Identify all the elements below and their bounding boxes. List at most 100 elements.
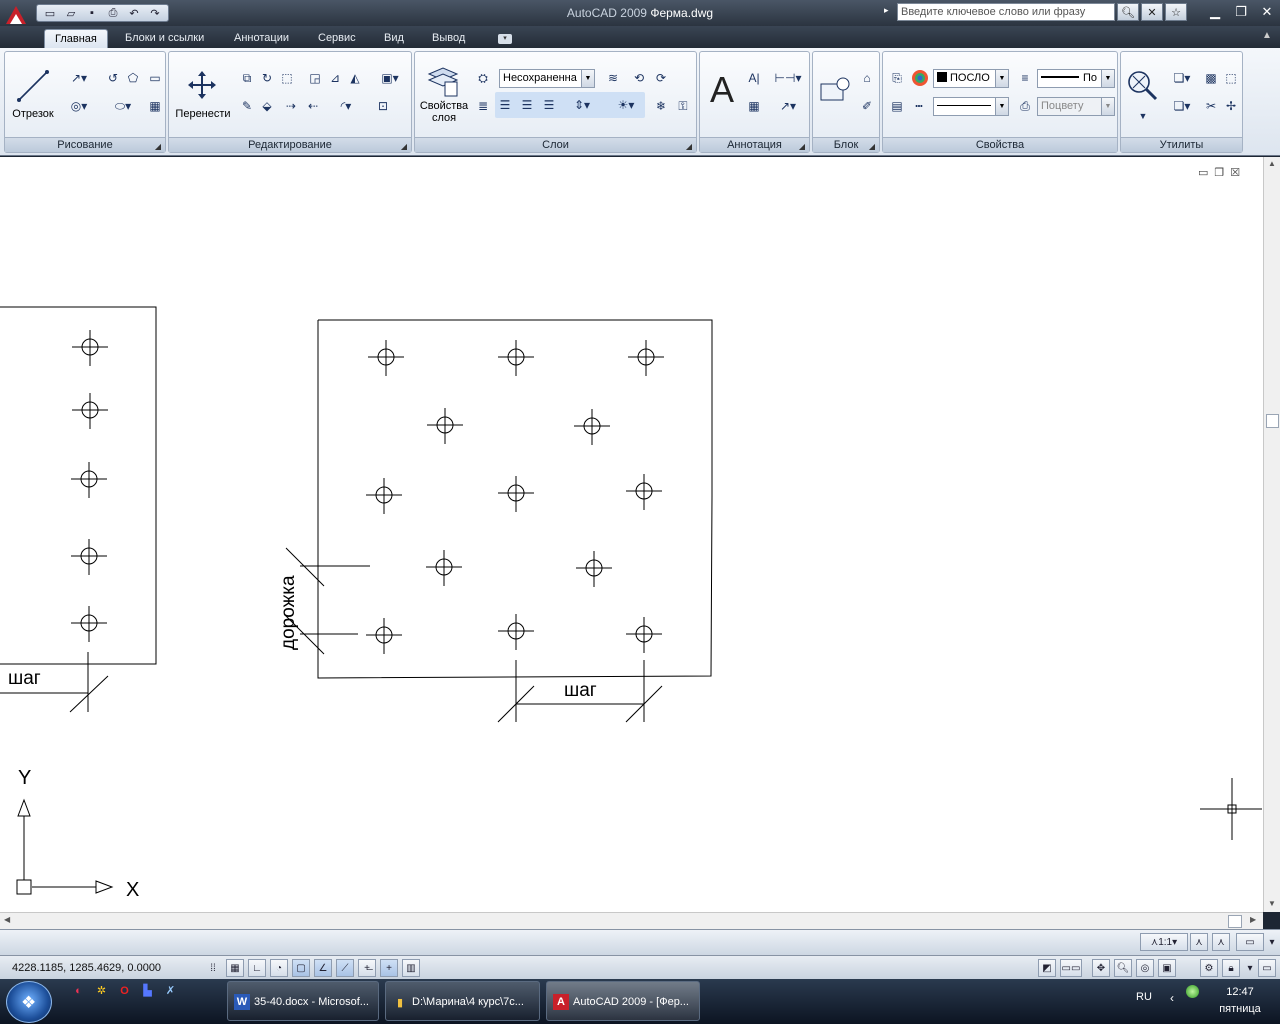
- copy-clip-icon[interactable]: ❏▾: [1165, 96, 1199, 116]
- auto-scale-icon[interactable]: ⋏: [1212, 933, 1230, 951]
- horizontal-scrollbar[interactable]: ◀ ▶: [0, 912, 1263, 929]
- line-tool-icon[interactable]: [15, 68, 51, 104]
- edit-block-icon[interactable]: ✐: [857, 96, 877, 116]
- scroll-up-icon[interactable]: ▲: [1268, 159, 1276, 168]
- quick-calc-icon[interactable]: ▩: [1201, 68, 1221, 88]
- dynamic-ucs-icon[interactable]: ⟋: [336, 959, 354, 977]
- search-arrow-icon[interactable]: ▸: [884, 5, 889, 16]
- copy-icon[interactable]: ⧉: [237, 68, 257, 88]
- arc-icon[interactable]: ↺: [103, 68, 123, 88]
- showmotion-icon[interactable]: ▣: [1158, 959, 1176, 977]
- save-icon[interactable]: ▪: [82, 5, 102, 21]
- close-icon[interactable]: ✕: [1257, 3, 1277, 21]
- move-label[interactable]: Перенести: [171, 108, 235, 120]
- chevron-down-icon[interactable]: ▼: [995, 98, 1008, 115]
- ribbon-minimize-icon[interactable]: ▾: [498, 34, 512, 44]
- align-justify-icon[interactable]: ☰: [539, 95, 559, 115]
- ortho-mode-icon[interactable]: ∟: [248, 959, 266, 977]
- explode-icon[interactable]: ⊡: [373, 96, 393, 116]
- doc-close-icon[interactable]: ☒: [1230, 166, 1240, 179]
- linetype-icon[interactable]: ┅: [909, 96, 929, 116]
- layer-freeze-icon[interactable]: ❄: [651, 96, 671, 116]
- dynamic-input-icon[interactable]: +̶: [358, 959, 376, 977]
- network-status-icon[interactable]: [1186, 985, 1199, 998]
- panel-layers-title[interactable]: Слои ◢: [415, 137, 696, 152]
- annotation-scale-button[interactable]: ⋏ 1:1 ▾: [1140, 933, 1188, 951]
- status-menu-icon[interactable]: ▾: [1244, 959, 1256, 977]
- panel-annotation-launcher-icon[interactable]: ◢: [799, 139, 805, 154]
- single-line-text-icon[interactable]: A|: [744, 68, 764, 88]
- dimension-icon[interactable]: ⊢⊣▾: [770, 68, 806, 88]
- tab-annotate[interactable]: Аннотации: [224, 29, 299, 48]
- chevron-down-icon[interactable]: ▼: [1101, 70, 1114, 87]
- vertical-scroll-thumb[interactable]: [1266, 414, 1279, 428]
- zoom-icon[interactable]: 🔍︎: [1114, 959, 1132, 977]
- clean-screen-icon[interactable]: ▭: [1258, 959, 1276, 977]
- system-clock[interactable]: 12:47 пятница: [1212, 984, 1268, 1018]
- match-properties-icon[interactable]: ⎘: [887, 68, 907, 88]
- panel-block-launcher-icon[interactable]: ◢: [869, 139, 875, 154]
- zoom-extents-icon[interactable]: [1125, 68, 1159, 102]
- erase-icon[interactable]: ✎: [237, 96, 257, 116]
- tab-view[interactable]: Вид: [374, 29, 414, 48]
- quick-select-icon[interactable]: ⬚: [1221, 68, 1241, 88]
- array-icon[interactable]: ▣▾: [373, 68, 407, 88]
- layer-previous-icon[interactable]: ⟲: [629, 68, 649, 88]
- panel-block-title[interactable]: Блок ◢: [813, 137, 879, 152]
- scroll-left-icon[interactable]: ◀: [4, 915, 10, 924]
- grid-display-icon[interactable]: ▦: [226, 959, 244, 977]
- copy3d-icon[interactable]: ⬙: [257, 96, 277, 116]
- quick-properties-icon[interactable]: ▥: [402, 959, 420, 977]
- layer-state-icon[interactable]: ⛭: [473, 68, 493, 88]
- extend-icon[interactable]: ⇢: [281, 96, 301, 116]
- ribbon-collapse-icon[interactable]: ▲: [1262, 30, 1272, 41]
- lineweight-icon[interactable]: ≡: [1015, 68, 1035, 88]
- align-right-icon[interactable]: ☰: [517, 95, 537, 115]
- quicklaunch-media-icon[interactable]: ▙: [139, 982, 156, 999]
- layer-iso-icon[interactable]: ≣: [473, 96, 493, 116]
- mirror-icon[interactable]: ◭: [345, 68, 365, 88]
- steering-wheel-icon[interactable]: ◎: [1136, 959, 1154, 977]
- trim-icon[interactable]: ⊿: [325, 68, 345, 88]
- vertical-scrollbar[interactable]: ▲ ▼: [1263, 157, 1280, 912]
- line-tool-label[interactable]: Отрезок: [7, 108, 59, 120]
- table-icon[interactable]: ▦: [744, 96, 764, 116]
- plot-style-icon[interactable]: ⎙: [1015, 96, 1035, 116]
- show-hidden-icons-icon[interactable]: ‹: [1170, 991, 1174, 1005]
- cut-icon[interactable]: ✂: [1201, 96, 1221, 116]
- panel-draw-title[interactable]: Рисование ◢: [5, 137, 165, 152]
- snap-mode-icon[interactable]: ⁞⁞: [204, 959, 222, 977]
- break-icon[interactable]: ⇠: [303, 96, 323, 116]
- task-autocad[interactable]: A AutoCAD 2009 - [Фер...: [546, 981, 700, 1021]
- quicklaunch-butterfly-icon[interactable]: ✲: [93, 982, 110, 999]
- pan-icon[interactable]: ✥: [1092, 959, 1110, 977]
- minimize-icon[interactable]: ▁: [1205, 3, 1225, 21]
- open-file-icon[interactable]: ▱: [61, 5, 81, 21]
- move-icon[interactable]: [185, 68, 219, 102]
- restore-icon[interactable]: ❐: [1231, 3, 1251, 21]
- panel-properties-title[interactable]: Свойства: [883, 137, 1117, 152]
- stretch-icon[interactable]: ◲: [305, 68, 325, 88]
- toolbar-lock-icon[interactable]: 🔒︎: [1222, 959, 1240, 977]
- tab-output[interactable]: Вывод: [422, 29, 475, 48]
- polar-tracking-icon[interactable]: ◔: [270, 959, 288, 977]
- undo-icon[interactable]: ↶: [124, 5, 144, 21]
- favorites-star-icon[interactable]: ☆: [1165, 3, 1187, 21]
- search-input[interactable]: Введите ключевое слово или фразу: [897, 3, 1115, 21]
- insert-block-icon[interactable]: [817, 72, 853, 108]
- multiline-text-icon[interactable]: A: [704, 69, 740, 110]
- tab-tools[interactable]: Сервис: [308, 29, 366, 48]
- ellipse-icon[interactable]: ⬭▾: [105, 96, 141, 116]
- model-space-icon[interactable]: ◩: [1038, 959, 1056, 977]
- chevron-down-icon[interactable]: ▼: [995, 70, 1008, 87]
- layer-properties-label[interactable]: Свойства слоя: [417, 100, 471, 124]
- print-icon[interactable]: ⎙: [103, 5, 123, 21]
- point-style-icon[interactable]: ✢: [1221, 96, 1241, 116]
- layer-off-icon[interactable]: ☀▾: [611, 95, 641, 115]
- workspace-settings-icon[interactable]: ⚙: [1200, 959, 1218, 977]
- color-wheel-icon[interactable]: [911, 69, 929, 87]
- panel-modify-launcher-icon[interactable]: ◢: [401, 139, 407, 154]
- lineweight-toggle-icon[interactable]: +: [380, 959, 398, 977]
- chevron-down-icon[interactable]: ▼: [581, 70, 594, 87]
- panel-annotation-title[interactable]: Аннотация ◢: [700, 137, 809, 152]
